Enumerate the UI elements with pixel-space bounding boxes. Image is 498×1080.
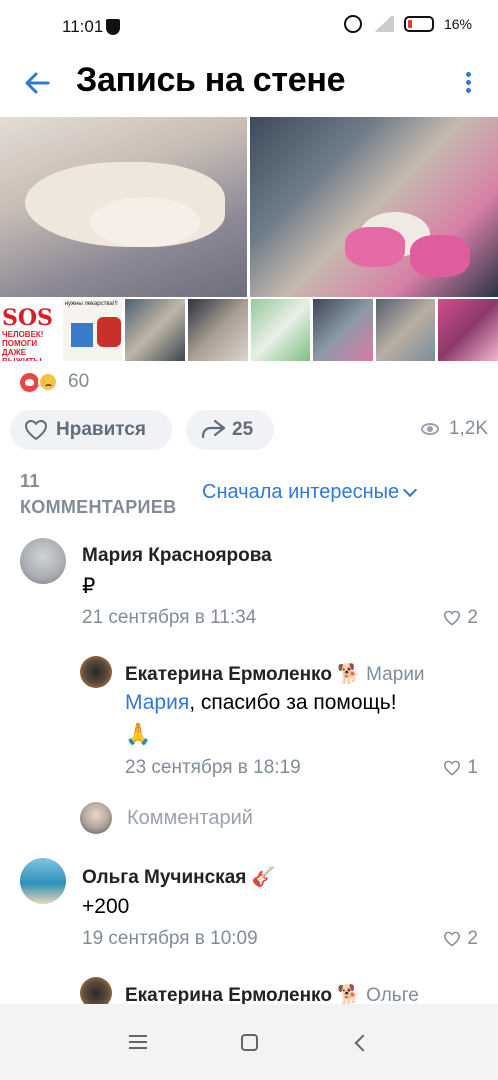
post-photo-1[interactable] <box>0 117 247 297</box>
medicine-box <box>96 317 121 347</box>
comment-date: 21 сентября в 11:34 <box>82 607 257 628</box>
comment-text: , спасибо за помощь! <box>189 691 397 714</box>
comment-text: +200 <box>82 895 130 918</box>
avatar <box>80 802 112 834</box>
post-photo-2[interactable] <box>250 117 498 297</box>
comment-author-line: Екатерина Ермоленко 🐕 Марии <box>125 662 425 686</box>
share-count: 25 <box>232 419 254 440</box>
sos-subtext: ЧЕЛОВЕК! ПОМОГИ ДАЖЕ ВЫЖИТЬ! <box>2 330 44 361</box>
heart-outline-icon <box>444 760 461 776</box>
page-header: Запись на стене <box>0 56 498 112</box>
reply-input[interactable]: Комментарий <box>127 807 253 830</box>
share-button[interactable]: 25 <box>186 410 274 450</box>
avatar[interactable] <box>80 656 112 688</box>
photo-thumbnails: SOS ЧЕЛОВЕК! ПОМОГИ ДАЖЕ ВЫЖИТЬ! нужны л… <box>0 299 498 361</box>
photo-thumb[interactable]: нужны лекарства!!! <box>62 299 123 361</box>
sos-text: SOS <box>2 305 53 331</box>
sad-reaction-icon <box>38 372 58 392</box>
medicine-box <box>70 323 93 347</box>
comment-like-count: 1 <box>467 757 478 778</box>
chevron-down-icon <box>403 482 418 498</box>
comment-author[interactable]: Ольга Мучинская 🎸 <box>82 865 275 889</box>
reactions-summary[interactable]: 60 <box>20 370 89 394</box>
photo-thumb[interactable] <box>438 299 498 361</box>
views-counter: 1,2K <box>420 418 488 440</box>
comments-sort-dropdown[interactable]: Сначала интересные <box>202 481 418 504</box>
comment-like-button[interactable]: 1 <box>443 757 478 779</box>
heart-outline-icon <box>444 610 461 626</box>
glove-shape <box>410 235 470 277</box>
heart-reaction-icon <box>20 372 39 392</box>
back-nav-icon[interactable] <box>354 1034 372 1052</box>
post-actions: Нравится 25 1,2K <box>10 410 488 452</box>
comment-author[interactable]: Екатерина Ермоленко 🐕 <box>125 664 361 685</box>
comment-like-button[interactable]: 2 <box>443 928 478 950</box>
arrow-left-icon[interactable] <box>20 66 54 100</box>
dog-shape <box>90 197 200 247</box>
menu-icon[interactable] <box>129 1035 147 1049</box>
photo-thumb[interactable]: SOS ЧЕЛОВЕК! ПОМОГИ ДАЖЕ ВЫЖИТЬ! <box>0 299 60 361</box>
comment-author[interactable]: Мария Красноярова <box>82 545 272 567</box>
comment-like-button[interactable]: 2 <box>443 607 478 629</box>
comment-like-count: 2 <box>467 928 478 949</box>
photo-thumb[interactable] <box>125 299 185 361</box>
comment-date: 23 сентября в 18:19 <box>125 757 301 778</box>
sort-label: Сначала интересные <box>202 481 400 503</box>
eye-icon <box>420 423 439 435</box>
system-nav-bar <box>0 1004 498 1080</box>
battery-icon <box>403 16 434 32</box>
comment-date: 19 сентября в 10:09 <box>82 928 258 949</box>
post-photos: SOS ЧЕЛОВЕК! ПОМОГИ ДАЖЕ ВЫЖИТЬ! нужны л… <box>0 117 498 362</box>
battery-percent: 16% <box>443 16 472 32</box>
thumb-note: нужны лекарства!!! <box>64 301 118 307</box>
comment-text-line: Мария, спасибо за помощь! <box>125 691 397 715</box>
status-icons: 16% <box>343 15 472 33</box>
reply-to: Ольге <box>366 985 419 1006</box>
more-vertical-icon[interactable] <box>458 69 478 99</box>
like-button[interactable]: Нравится <box>10 410 172 450</box>
shield-icon <box>106 19 120 35</box>
reactions-count: 60 <box>68 371 90 392</box>
comment-text: ₽ <box>82 575 96 598</box>
comment-like-count: 2 <box>467 607 478 628</box>
share-icon <box>201 419 226 439</box>
comment-text-emoji: 🙏 <box>125 723 152 746</box>
page-title: Запись на стене <box>76 61 346 99</box>
reply-to: Марии <box>366 664 425 685</box>
photo-thumb[interactable] <box>375 299 436 361</box>
comments-count: 11 КОММЕНТАРИЕВ <box>20 471 177 517</box>
like-label: Нравится <box>56 419 146 440</box>
comment-author[interactable]: Екатерина Ермоленко 🐕 <box>125 985 361 1006</box>
signal-icon <box>371 16 394 32</box>
alarm-icon <box>343 15 362 33</box>
heart-outline-icon <box>444 931 461 947</box>
views-count: 1,2K <box>448 418 488 439</box>
status-bar: 11:01 16% <box>0 0 498 56</box>
comment-mention[interactable]: Мария <box>125 691 189 714</box>
home-icon[interactable] <box>241 1034 258 1051</box>
photo-thumb[interactable] <box>250 299 311 361</box>
photo-thumb[interactable] <box>313 299 373 361</box>
status-time: 11:01 <box>62 17 104 36</box>
avatar[interactable] <box>20 858 66 904</box>
photo-thumb[interactable] <box>187 299 248 361</box>
avatar[interactable] <box>20 538 66 584</box>
heart-outline-icon <box>25 420 47 440</box>
glove-shape <box>345 227 405 267</box>
